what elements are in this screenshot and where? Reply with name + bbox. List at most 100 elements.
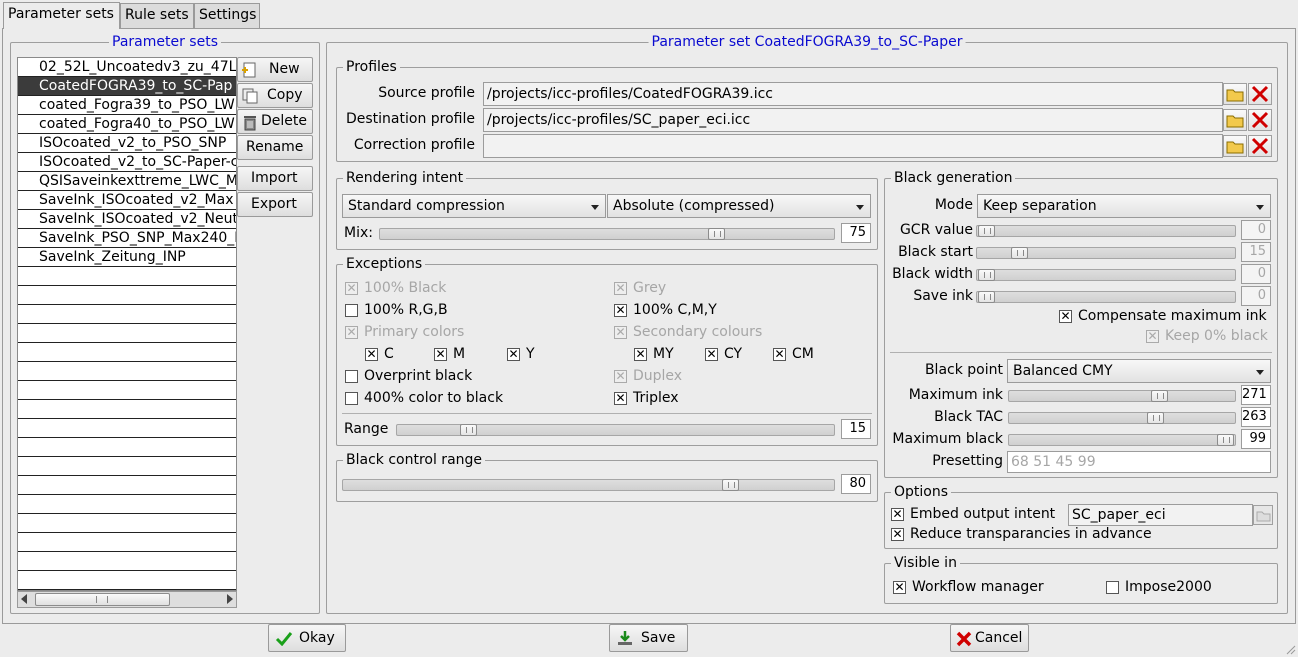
reduce-transparencies-checkbox[interactable]: ✕ [891, 528, 904, 541]
list-item[interactable] [18, 305, 236, 324]
black-start-slider[interactable] [976, 247, 1236, 259]
list-item[interactable] [18, 552, 236, 571]
list-item[interactable] [18, 267, 236, 286]
embed-browse-button[interactable] [1253, 505, 1273, 525]
destination-browse-button[interactable] [1223, 109, 1247, 131]
list-item[interactable] [18, 514, 236, 533]
triplex-checkbox[interactable]: ✕ [614, 392, 627, 405]
correction-clear-button[interactable] [1248, 135, 1272, 157]
keep-0-black-checkbox[interactable]: ✕ [1146, 330, 1159, 343]
rendering-compression-select[interactable]: Standard compression [342, 194, 606, 218]
cmy100-checkbox[interactable]: ✕ [614, 304, 627, 317]
workflow-manager-checkbox[interactable]: ✕ [893, 581, 906, 594]
list-item[interactable] [18, 419, 236, 438]
range-value[interactable]: 15 [841, 419, 871, 439]
source-clear-button[interactable] [1248, 83, 1272, 105]
save-ink-slider-handle[interactable] [978, 291, 995, 303]
list-item[interactable]: 02_52L_Uncoatedv3_zu_47L [18, 58, 236, 77]
range-slider[interactable] [396, 424, 835, 436]
gcr-slider[interactable] [976, 225, 1236, 237]
source-profile-field[interactable]: /projects/icc-profiles/CoatedFOGRA39.icc [483, 82, 1223, 106]
rgb100-checkbox[interactable] [345, 304, 358, 317]
list-item[interactable] [18, 400, 236, 419]
import-button[interactable]: Import [237, 166, 313, 191]
mix-slider[interactable] [379, 228, 835, 240]
destination-profile-field[interactable]: /projects/icc-profiles/SC_paper_eci.icc [483, 108, 1223, 132]
compensate-max-ink-checkbox[interactable]: ✕ [1059, 310, 1072, 323]
list-item[interactable]: QSISaveinkexttreme_LWC_M [18, 172, 236, 191]
gcr-slider-handle[interactable] [978, 225, 995, 237]
c-checkbox[interactable]: ✕ [365, 348, 378, 361]
list-item[interactable] [18, 571, 236, 590]
list-item[interactable] [18, 476, 236, 495]
y-checkbox[interactable]: ✕ [507, 348, 520, 361]
list-item[interactable]: SaveInk_PSO_SNP_Max240_I [18, 229, 236, 248]
list-item[interactable] [18, 362, 236, 381]
scrollbar-thumb[interactable] [35, 593, 170, 606]
new-button[interactable]: New [237, 57, 313, 82]
list-item[interactable] [18, 343, 236, 362]
list-item[interactable] [18, 324, 236, 343]
export-button[interactable]: Export [237, 192, 313, 217]
color400-checkbox[interactable] [345, 392, 358, 405]
tab-settings[interactable]: Settings [194, 3, 260, 29]
maximum-ink-slider[interactable] [1008, 390, 1236, 402]
tab-parameter-sets[interactable]: Parameter sets [3, 2, 120, 29]
presetting-field[interactable]: 68 51 45 99 [1007, 451, 1271, 473]
save-button[interactable]: Save [609, 624, 688, 652]
secondary-colours-checkbox[interactable]: ✕ [614, 326, 627, 339]
list-item[interactable] [18, 533, 236, 552]
list-item[interactable] [18, 286, 236, 305]
overprint-black-checkbox[interactable] [345, 370, 358, 383]
resize-grip-icon[interactable] [1284, 643, 1296, 655]
list-item[interactable]: CoatedFOGRA39_to_SC-Pap [18, 77, 236, 96]
correction-profile-field[interactable] [483, 134, 1223, 158]
black-point-select[interactable]: Balanced CMY [1007, 359, 1271, 383]
source-browse-button[interactable] [1223, 83, 1247, 105]
maximum-ink-slider-handle[interactable] [1151, 390, 1168, 402]
destination-clear-button[interactable] [1248, 109, 1272, 131]
list-horizontal-scrollbar[interactable] [17, 591, 237, 608]
black-control-value[interactable]: 80 [841, 474, 871, 494]
maximum-black-slider-handle[interactable] [1217, 434, 1234, 446]
gcr-value[interactable]: 0 [1241, 220, 1271, 240]
black100-checkbox[interactable]: ✕ [345, 282, 358, 295]
maximum-ink-value[interactable]: 271 [1241, 385, 1271, 405]
black-start-value[interactable]: 15 [1241, 242, 1271, 262]
mix-value[interactable]: 75 [841, 223, 871, 243]
list-item[interactable] [18, 438, 236, 457]
list-item[interactable] [18, 381, 236, 400]
delete-button[interactable]: Delete [237, 109, 313, 134]
list-item[interactable]: coated_Fogra40_to_PSO_LW [18, 115, 236, 134]
grey-checkbox[interactable]: ✕ [614, 282, 627, 295]
mode-select[interactable]: Keep separation [977, 194, 1271, 218]
black-start-slider-handle[interactable] [1011, 247, 1028, 259]
embed-output-intent-field[interactable]: SC_paper_eci [1068, 504, 1253, 526]
my-checkbox[interactable]: ✕ [634, 348, 647, 361]
scroll-right-arrow-icon[interactable] [227, 594, 233, 604]
rename-button[interactable]: Rename [237, 135, 313, 160]
okay-button[interactable]: Okay [268, 624, 346, 652]
black-tac-value[interactable]: 263 [1241, 407, 1271, 427]
embed-output-intent-checkbox[interactable]: ✕ [891, 508, 904, 521]
list-item[interactable]: ISOcoated_v2_to_SC-Paper-c [18, 153, 236, 172]
list-item[interactable]: SaveInk_Zeitung_INP [18, 248, 236, 267]
save-ink-value[interactable]: 0 [1241, 286, 1271, 306]
duplex-checkbox[interactable]: ✕ [614, 370, 627, 383]
black-tac-slider[interactable] [1008, 412, 1236, 424]
list-item[interactable]: SaveInk_ISOcoated_v2_Neut [18, 210, 236, 229]
cancel-button[interactable]: Cancel [950, 624, 1029, 652]
m-checkbox[interactable]: ✕ [434, 348, 447, 361]
black-width-slider[interactable] [976, 269, 1236, 281]
list-item[interactable]: ISOcoated_v2_to_PSO_SNP [18, 134, 236, 153]
save-ink-slider[interactable] [976, 291, 1236, 303]
list-item[interactable]: SaveInk_ISOcoated_v2_Max [18, 191, 236, 210]
black-width-slider-handle[interactable] [978, 269, 995, 281]
scroll-left-arrow-icon[interactable] [21, 594, 27, 604]
cm-checkbox[interactable]: ✕ [773, 348, 786, 361]
black-tac-slider-handle[interactable] [1147, 412, 1164, 424]
parameter-set-list[interactable]: 02_52L_Uncoatedv3_zu_47L CoatedFOGRA39_to… [17, 57, 237, 591]
maximum-black-value[interactable]: 99 [1241, 429, 1271, 449]
rendering-intent-select[interactable]: Absolute (compressed) [607, 194, 871, 218]
tab-rule-sets[interactable]: Rule sets [120, 3, 194, 29]
